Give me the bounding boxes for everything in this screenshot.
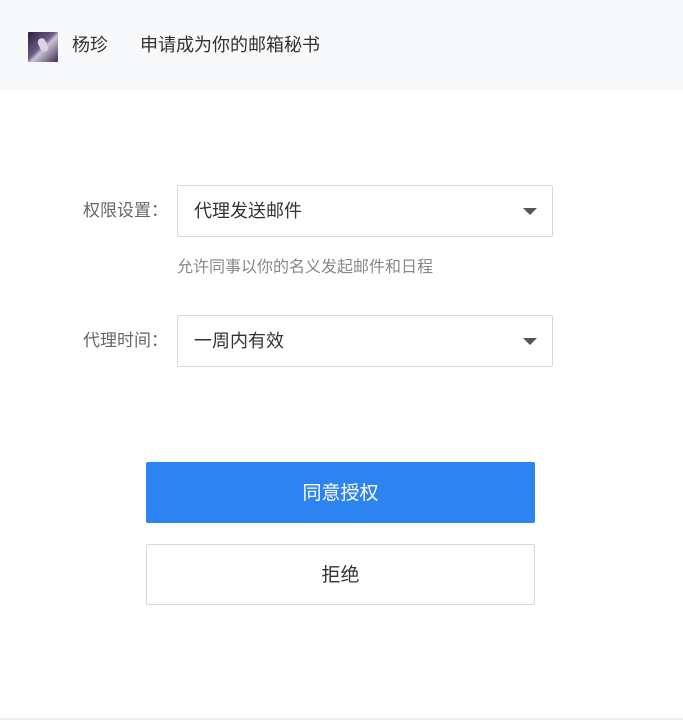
delegation-request-dialog: 杨珍 申请成为你的邮箱秘书 权限设置： 代理发送邮件 允许同事以你的名义发起邮件…: [0, 0, 683, 720]
duration-selected-value: 一周内有效: [194, 331, 284, 352]
permission-selected-value: 代理发送邮件: [194, 201, 302, 222]
sender-name: 杨珍: [72, 35, 108, 56]
chevron-down-icon: [523, 208, 537, 215]
permission-hint: 允许同事以你的名义发起邮件和日程: [177, 257, 434, 276]
reject-button[interactable]: 拒绝: [146, 544, 535, 605]
permission-select[interactable]: 代理发送邮件: [177, 185, 553, 237]
approve-button[interactable]: 同意授权: [146, 462, 535, 523]
avatar: [28, 32, 58, 62]
chevron-down-icon: [523, 338, 537, 345]
duration-label: 代理时间：: [83, 331, 168, 351]
request-header: 杨珍 申请成为你的邮箱秘书: [0, 0, 683, 90]
permission-label: 权限设置：: [83, 201, 168, 221]
request-text: 申请成为你的邮箱秘书: [140, 35, 320, 56]
duration-select[interactable]: 一周内有效: [177, 315, 553, 367]
